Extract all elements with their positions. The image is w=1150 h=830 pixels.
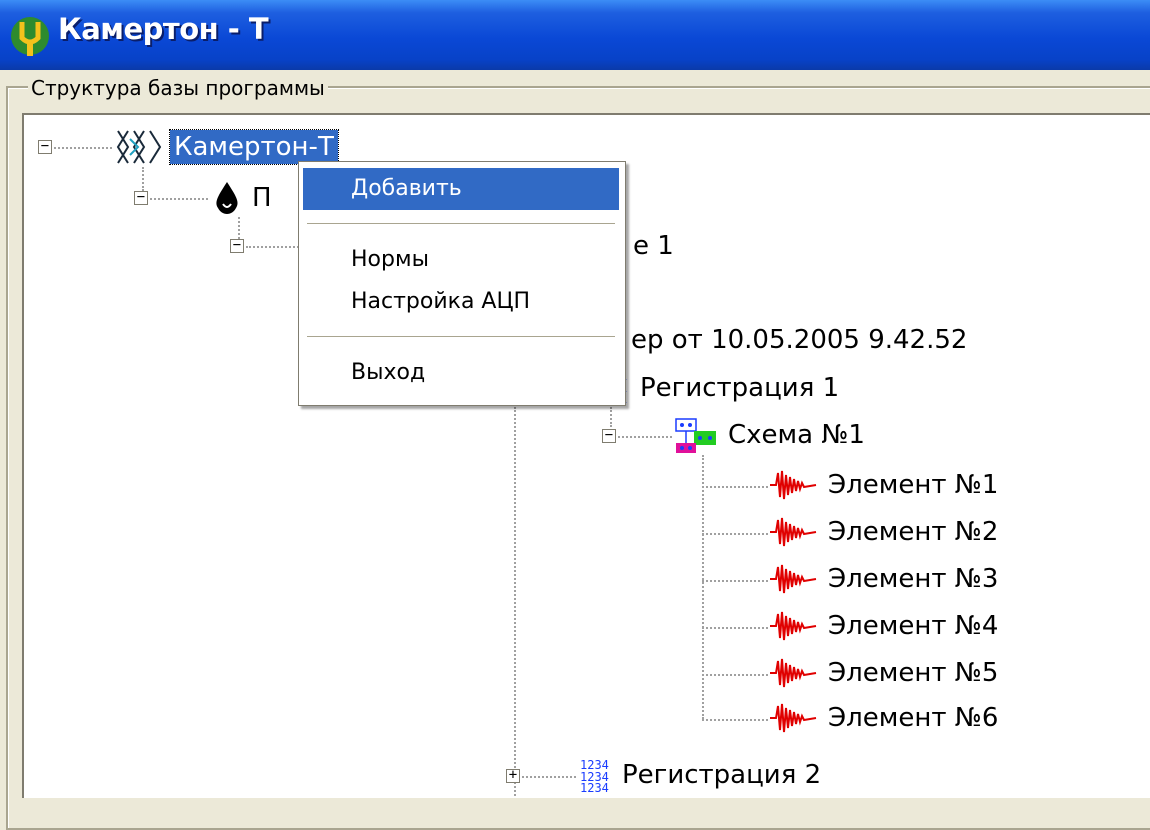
tree-item-root[interactable]: Камертон-Т [114, 129, 339, 165]
collapse-scheme-icon[interactable]: − [602, 428, 616, 443]
waveform-icon [770, 470, 817, 500]
tree-item-registration-2[interactable]: 1234 1234 1234 Регистрация 2 [578, 757, 825, 793]
tree-item-element-6[interactable]: Элемент №6 [768, 700, 1002, 736]
svg-text:1234: 1234 [580, 781, 609, 793]
tree-item-root-label: Камертон-Т [169, 129, 339, 165]
menu-separator [307, 223, 615, 224]
expand-registration-2-icon[interactable]: + [506, 768, 520, 783]
tree-item-element-3[interactable]: Элемент №3 [768, 561, 1002, 597]
waveform-icon [770, 703, 817, 733]
collapse-level1-icon[interactable]: − [134, 190, 148, 205]
registration-1-label: Регистрация 1 [640, 373, 840, 403]
registration-numbers-icon: 1234 1234 1234 [580, 758, 609, 793]
menu-item-adc-settings[interactable]: Настройка АЦП [303, 281, 619, 323]
collapse-level2-icon[interactable]: − [230, 238, 244, 253]
menu-item-add[interactable]: Добавить [303, 168, 619, 210]
element-3-label: Элемент №3 [828, 564, 999, 594]
tree-item-level1-label: П [252, 183, 272, 213]
tree-item-element-1[interactable]: Элемент №1 [768, 467, 1002, 503]
tuning-fork-app-icon [11, 17, 49, 56]
tuning-fork-pattern-icon [116, 130, 162, 164]
tree-item-registration-1[interactable]: 1234 1234 1234 Регистрация 1 [596, 370, 843, 406]
tree-item-scheme-1[interactable]: Схема №1 [674, 417, 869, 453]
menu-separator [307, 336, 615, 337]
tree-item-level1[interactable]: П [212, 180, 276, 216]
window-title: Камертон - Т [58, 12, 269, 46]
tree-item-element-5[interactable]: Элемент №5 [768, 655, 1002, 691]
waveform-icon [770, 611, 817, 641]
context-menu: Добавить Нормы Настройка АЦП Выход [298, 161, 626, 406]
scheme-blocks-icon [675, 418, 716, 453]
collapse-root-icon[interactable]: − [38, 139, 52, 154]
waveform-icon [770, 564, 817, 594]
element-1-label: Элемент №1 [828, 470, 999, 500]
menu-item-exit[interactable]: Выход [303, 352, 619, 394]
tree-item-element-4[interactable]: Элемент №4 [768, 608, 1002, 644]
element-5-label: Элемент №5 [828, 658, 999, 688]
element-2-label: Элемент №2 [828, 517, 999, 547]
scheme-1-label: Схема №1 [728, 420, 865, 450]
groupbox-label: Структура базы программы [28, 76, 328, 100]
tree-item-level2-label: е 1 [633, 231, 674, 261]
element-6-label: Элемент №6 [828, 703, 999, 733]
tree-item-level2[interactable]: е 1 [629, 228, 678, 264]
drop-icon [216, 182, 238, 214]
element-4-label: Элемент №4 [828, 611, 999, 641]
menu-item-norms[interactable]: Нормы [303, 239, 619, 281]
tree-item-level3[interactable]: ер от 10.05.2005 9.42.52 [627, 322, 971, 358]
waveform-icon [770, 517, 817, 547]
tree-item-element-2[interactable]: Элемент №2 [768, 514, 1002, 550]
tree-item-level3-label: ер от 10.05.2005 9.42.52 [631, 325, 968, 355]
waveform-icon [770, 658, 817, 688]
registration-2-label: Регистрация 2 [622, 760, 822, 790]
title-bar[interactable]: Камертон - Т [0, 0, 1150, 70]
